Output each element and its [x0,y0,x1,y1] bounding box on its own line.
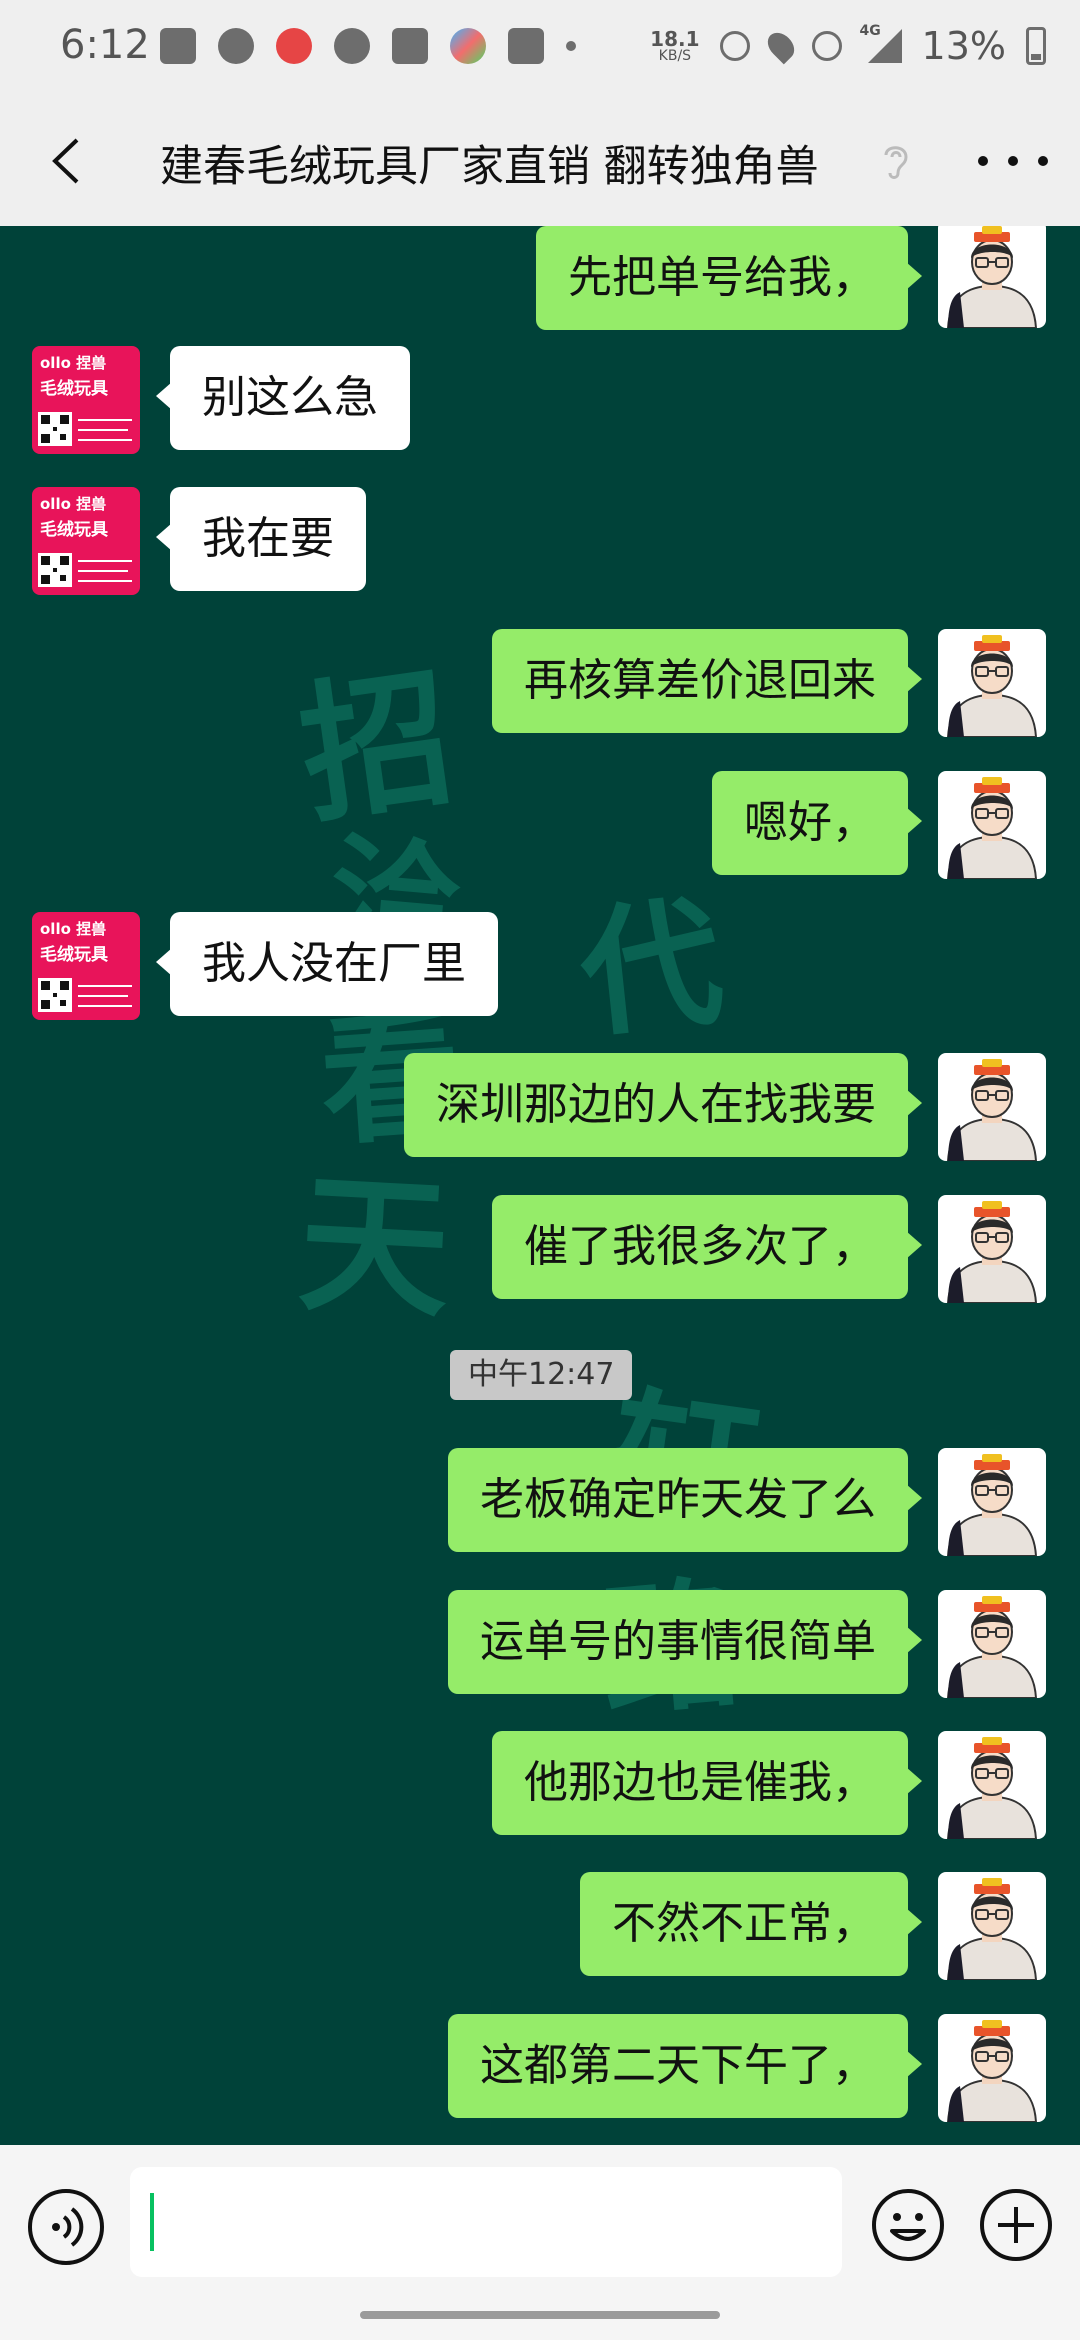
svg-text:毛绒玩具: 毛绒玩具 [40,944,108,965]
location-icon [762,27,799,65]
ear-icon [884,146,908,179]
contact-avatar[interactable]: ollo 捏兽 毛绒玩具 [32,487,140,595]
self-avatar[interactable] [938,2014,1046,2122]
message-bubble-outgoing[interactable]: 这都第二天下午了， [448,2014,922,2118]
self-avatar[interactable] [938,1195,1046,1303]
self-avatar[interactable] [938,771,1046,879]
message-bubble-outgoing[interactable]: 老板确定昨天发了么 [448,1448,922,1552]
contact-avatar[interactable]: ollo 捏兽 毛绒玩具 [32,346,140,454]
message-bubble-outgoing[interactable]: 深圳那边的人在找我要 [404,1053,922,1157]
net-speed-value: 18.1 [650,27,700,51]
net-speed-unit: KB/S [658,48,692,64]
media-icon [508,28,544,64]
hotspot-icon [811,31,842,61]
emoji-icon [872,2189,944,2261]
notification-icons [160,28,576,64]
svg-text:ollo 捏兽: ollo 捏兽 [40,354,106,372]
cloud-app-icon [450,28,486,64]
battery-percent: 13% [921,24,1006,68]
self-avatar[interactable] [938,1731,1046,1839]
video-app-icon [276,28,312,64]
voice-button[interactable] [28,2189,104,2265]
net-speed: 18.1 KB/S [650,29,699,63]
more-dots-icon [978,156,988,166]
message-bubble-incoming[interactable]: 我人没在厂里 [156,912,498,1016]
self-avatar[interactable] [938,629,1046,737]
input-bar [0,2145,1080,2340]
mail-icon [392,28,428,64]
chevron-left-icon [52,138,79,184]
home-indicator[interactable] [360,2311,720,2319]
svg-text:毛绒玩具: 毛绒玩具 [40,519,108,540]
message-bubble-incoming[interactable]: 我在要 [156,487,366,591]
message-bubble-outgoing[interactable]: 再核算差价退回来 [492,629,922,733]
message-bubble-outgoing[interactable]: 催了我很多次了， [492,1195,922,1299]
self-avatar[interactable] [938,226,1046,328]
message-bubble-outgoing[interactable]: 不然不正常， [580,1872,922,1976]
file-icon [160,28,196,64]
self-avatar[interactable] [938,1448,1046,1556]
system-icons: 18.1 KB/S 4G 13% [650,23,1046,68]
plus-icon [980,2189,1052,2261]
input-caret [150,2193,154,2251]
signal-icon: 4G [860,23,902,63]
chat-header: 建春毛绒玩具厂家直销 翻转独角兽 [0,96,1080,226]
status-bar: 6:12 18.1 KB/S 4G 13% [0,0,1080,96]
network-type: 4G [859,23,881,39]
svg-text:毛绒玩具: 毛绒玩具 [40,378,108,399]
alarm-icon [719,31,750,61]
message-bubble-outgoing[interactable]: 先把单号给我， [536,226,922,330]
emoji-button[interactable] [870,2187,946,2263]
message-bubble-outgoing[interactable]: 运单号的事情很简单 [448,1590,922,1694]
self-avatar[interactable] [938,1053,1046,1161]
more-button[interactable] [978,136,1048,186]
more-functions-button[interactable] [978,2187,1054,2263]
message-timestamp: 中午12:47 [450,1350,633,1400]
message-bubble-incoming[interactable]: 别这么急 [156,346,410,450]
message-input[interactable] [130,2167,842,2277]
battery-icon [1026,27,1046,65]
facebook-icon [334,28,370,64]
watermark-char: 代 [573,880,730,1058]
chat-title: 建春毛绒玩具厂家直销 翻转独角兽 [160,142,819,192]
self-avatar[interactable] [938,1872,1046,1980]
message-bubble-outgoing[interactable]: 嗯好， [712,771,922,875]
bird-icon [218,28,254,64]
self-avatar[interactable] [938,1590,1046,1698]
back-button[interactable] [30,126,100,196]
contact-avatar[interactable]: ollo 捏兽 毛绒玩具 [32,912,140,1020]
status-time: 6:12 [60,22,150,68]
chat-area[interactable]: 招 洽 看 天 代 轩 路 先把单号给我， ollo 捏兽 毛绒玩具 别这么急 … [0,226,1080,2145]
message-bubble-outgoing[interactable]: 他那边也是催我， [492,1731,922,1835]
dot-icon [566,41,576,51]
svg-text:ollo 捏兽: ollo 捏兽 [40,495,106,513]
voice-icon [52,2207,84,2247]
svg-text:ollo 捏兽: ollo 捏兽 [40,920,106,938]
